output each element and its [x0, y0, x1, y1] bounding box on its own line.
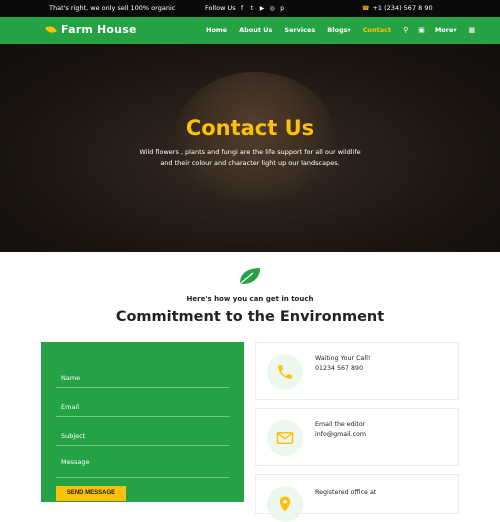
search-icon[interactable]: ⚲ [403, 26, 408, 34]
pinterest-icon[interactable]: p [279, 5, 286, 12]
nav-contact[interactable]: Contact [363, 26, 391, 34]
location-icon [279, 496, 291, 512]
phone-small-icon: ☎ [362, 4, 370, 12]
hero-text-line-2: and their colour and character light up … [160, 159, 340, 167]
grid-menu-icon[interactable]: ▦ [469, 26, 476, 34]
leaf-logo-icon [45, 24, 57, 35]
contact-form: Name Email Subject Message SEND MESSAGE [41, 342, 244, 502]
main-navbar: Farm House Home About Us Services Blogs▾… [0, 17, 500, 44]
nav-more-label: More [434, 26, 454, 34]
facebook-icon[interactable]: f [239, 5, 246, 12]
tagline: That's right, we only sell 100% organic [49, 4, 176, 12]
top-bar: That's right, we only sell 100% organic … [0, 0, 500, 17]
nav-more[interactable]: More▾ [435, 26, 457, 34]
nav-about-us[interactable]: About Us [239, 26, 272, 34]
nav-menu: Home About Us Services Blogs▾ Contact ⚲ … [206, 26, 485, 34]
hero-text-line-1: Wild flowers , plants and fungi are the … [139, 148, 361, 156]
contact-card-phone: Waiting Your Call! 01234 567 890 [255, 342, 459, 400]
nav-blogs-label: Blogs [327, 26, 348, 34]
message-field[interactable]: Message [56, 450, 229, 478]
chevron-down-icon: ▾ [347, 26, 351, 34]
nav-services[interactable]: Services [284, 26, 315, 34]
hero-title: Contact Us [185, 116, 315, 140]
leaf-icon [240, 268, 260, 284]
section-subtitle: Here's how you can get in touch [186, 295, 314, 303]
logo-text: Farm House [61, 23, 137, 36]
nav-home[interactable]: Home [206, 26, 227, 34]
contact-value[interactable]: 01234 567 890 [315, 364, 370, 374]
phone-number: +1 (234) 567 8 90 [372, 4, 433, 12]
send-message-button[interactable]: SEND MESSAGE [56, 486, 126, 501]
contact-card-office: Registered office at [255, 474, 459, 522]
nav-blogs[interactable]: Blogs▾ [327, 26, 350, 34]
twitter-icon[interactable]: t [249, 5, 256, 12]
email-field[interactable]: Email [56, 395, 229, 417]
social-links: Follow Us f t ▶ ◎ p [205, 4, 286, 12]
hero-banner: Contact Us Wild flowers , plants and fun… [0, 44, 500, 252]
contact-value[interactable]: info@gmail.com [315, 430, 366, 440]
envelope-icon [276, 432, 294, 444]
section-title: Commitment to the Environment [115, 309, 385, 325]
instagram-icon[interactable]: ◎ [269, 5, 276, 12]
chevron-down-icon: ▾ [453, 26, 457, 34]
site-logo[interactable]: Farm House [45, 23, 137, 36]
subject-field[interactable]: Subject [56, 424, 229, 446]
contact-card-email: Email the editor info@gmail.com [255, 408, 459, 466]
contact-label: Waiting Your Call! [315, 355, 371, 362]
youtube-icon[interactable]: ▶ [259, 5, 266, 12]
contact-label: Email the editor [315, 421, 366, 428]
name-field[interactable]: Name [56, 366, 229, 388]
follow-label: Follow Us [205, 4, 236, 12]
contact-label: Registered office at [315, 489, 377, 496]
cart-icon[interactable]: ▣ [418, 26, 425, 34]
topbar-phone[interactable]: ☎ +1 (234) 567 8 90 [362, 4, 433, 12]
phone-icon [278, 365, 292, 379]
